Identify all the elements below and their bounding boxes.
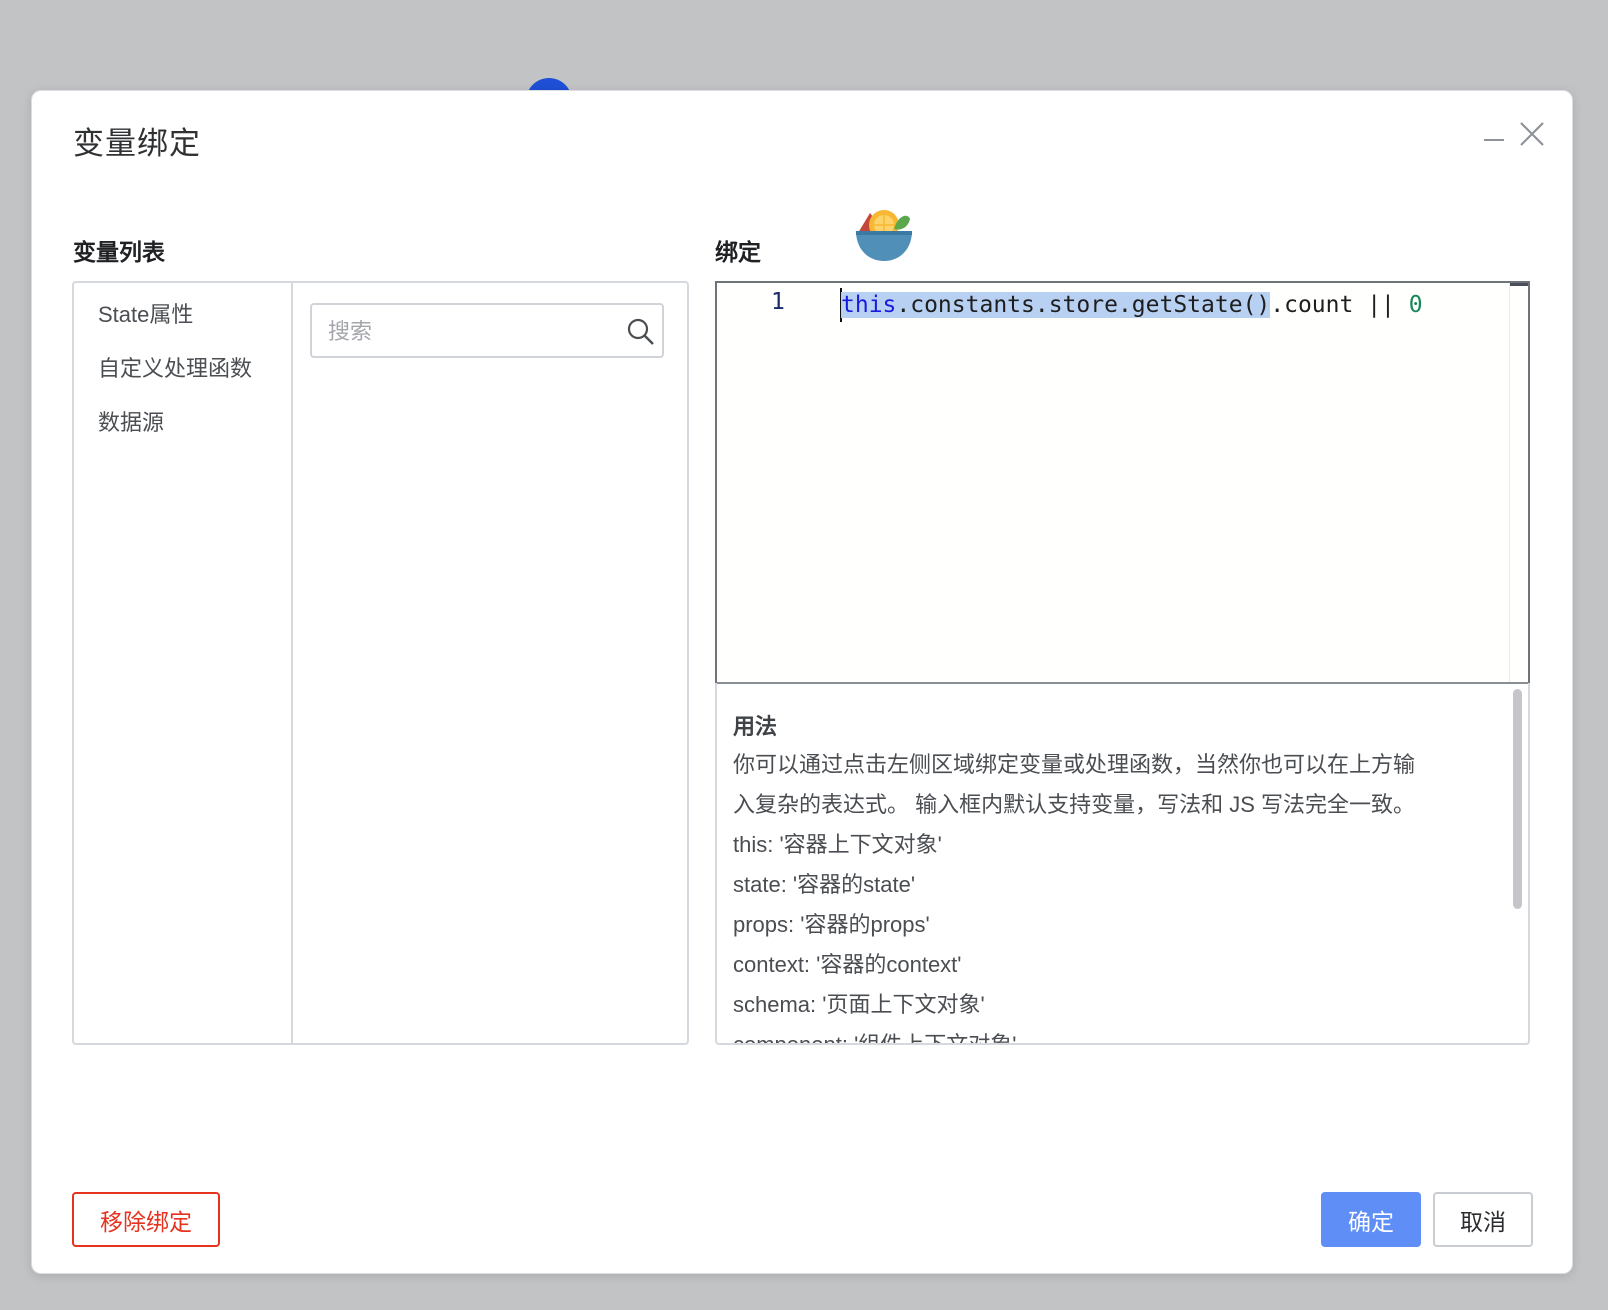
variable-binding-dialog: 变量绑定 变量列表 绑定 State属性 自定义处理函数 数据源 搜索 1 th…: [31, 90, 1573, 1274]
usage-title: 用法: [733, 714, 778, 739]
code-selected-text: .constants.store.getState(): [896, 292, 1271, 318]
category-custom-handlers[interactable]: 自定义处理函数: [98, 351, 252, 383]
minimize-icon[interactable]: [1482, 119, 1506, 154]
category-datasource[interactable]: 数据源: [98, 405, 164, 437]
remove-binding-button[interactable]: 移除绑定: [72, 1192, 220, 1247]
search-box: [310, 303, 664, 358]
code-keyword: this: [841, 292, 897, 318]
variable-list-panel: State属性 自定义处理函数 数据源: [72, 281, 689, 1045]
category-state[interactable]: State属性: [98, 297, 193, 329]
editor-scrollbar-marker: [1510, 283, 1528, 286]
usage-scrollbar[interactable]: [1513, 689, 1522, 909]
line-number: 1: [771, 289, 785, 315]
code-editor[interactable]: 1 this.constants.store.getState().count …: [715, 281, 1530, 684]
category-list: State属性 自定义处理函数 数据源: [74, 283, 293, 1043]
code-trailing-text: .count ||: [1270, 292, 1409, 318]
code-selection: this.constants.store.getState(): [841, 292, 1271, 318]
usage-line: schema: '页面上下文对象': [733, 992, 985, 1017]
cancel-button[interactable]: 取消: [1433, 1192, 1533, 1247]
code-line[interactable]: this.constants.store.getState().count ||…: [841, 289, 1423, 321]
usage-paragraph-line: 你可以通过点击左侧区域绑定变量或处理函数，当然你也可以在上方输: [733, 752, 1416, 777]
usage-line: this: '容器上下文对象': [733, 832, 942, 857]
usage-line: state: '容器的state': [733, 872, 916, 897]
search-input[interactable]: [326, 305, 620, 358]
variable-list-label: 变量列表: [73, 239, 165, 265]
usage-paragraph-line: 入复杂的表达式。 输入框内默认支持变量，写法和 JS 写法完全一致。: [733, 792, 1416, 817]
usage-line: component: '组件上下文对象': [733, 1032, 1017, 1045]
dialog-title: 变量绑定: [73, 126, 201, 161]
close-icon[interactable]: [1518, 119, 1546, 154]
usage-panel: 用法 你可以通过点击左侧区域绑定变量或处理函数，当然你也可以在上方输 入复杂的表…: [715, 683, 1530, 1045]
usage-line: props: '容器的props': [733, 912, 930, 937]
binding-label: 绑定: [715, 239, 761, 265]
usage-line: context: '容器的context': [733, 952, 962, 977]
fruit-bowl-icon: [854, 207, 914, 268]
search-icon[interactable]: [626, 317, 656, 352]
confirm-button[interactable]: 确定: [1321, 1192, 1421, 1247]
editor-scrollbar[interactable]: [1509, 283, 1528, 682]
code-number: 0: [1408, 292, 1423, 318]
usage-body: 你可以通过点击左侧区域绑定变量或处理函数，当然你也可以在上方输 入复杂的表达式。…: [733, 745, 1481, 1045]
